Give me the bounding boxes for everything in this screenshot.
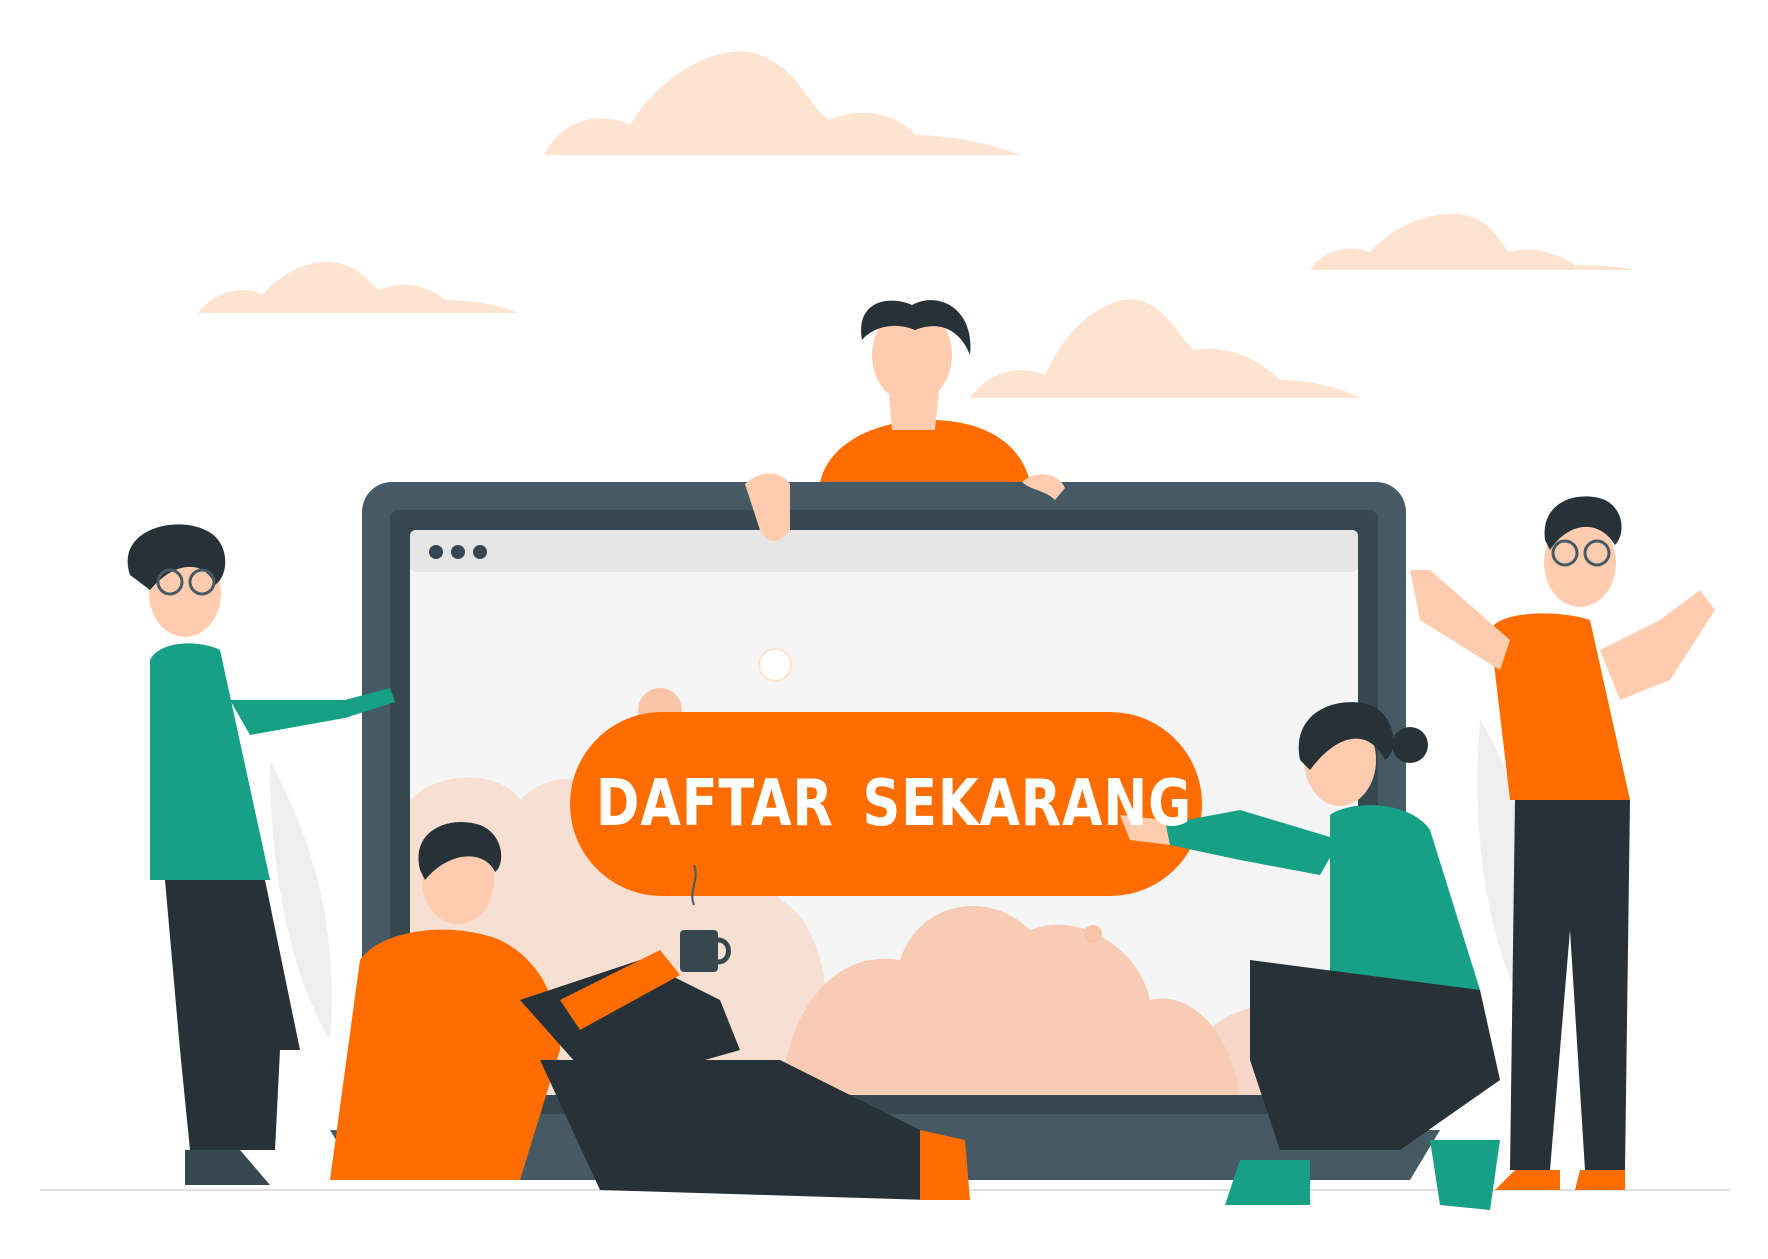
cloud-icon [970, 299, 1362, 398]
coffee-cup-icon [680, 930, 718, 972]
cloud-icon [198, 261, 518, 313]
cloud-icon [1310, 214, 1635, 270]
illustration-scene [40, 51, 1730, 1210]
cta-button[interactable]: DAFTAR SEKARANG [596, 712, 1191, 896]
window-dots-icon [429, 545, 487, 559]
cloud-icon [545, 51, 1020, 155]
browser-titlebar [410, 530, 1358, 572]
